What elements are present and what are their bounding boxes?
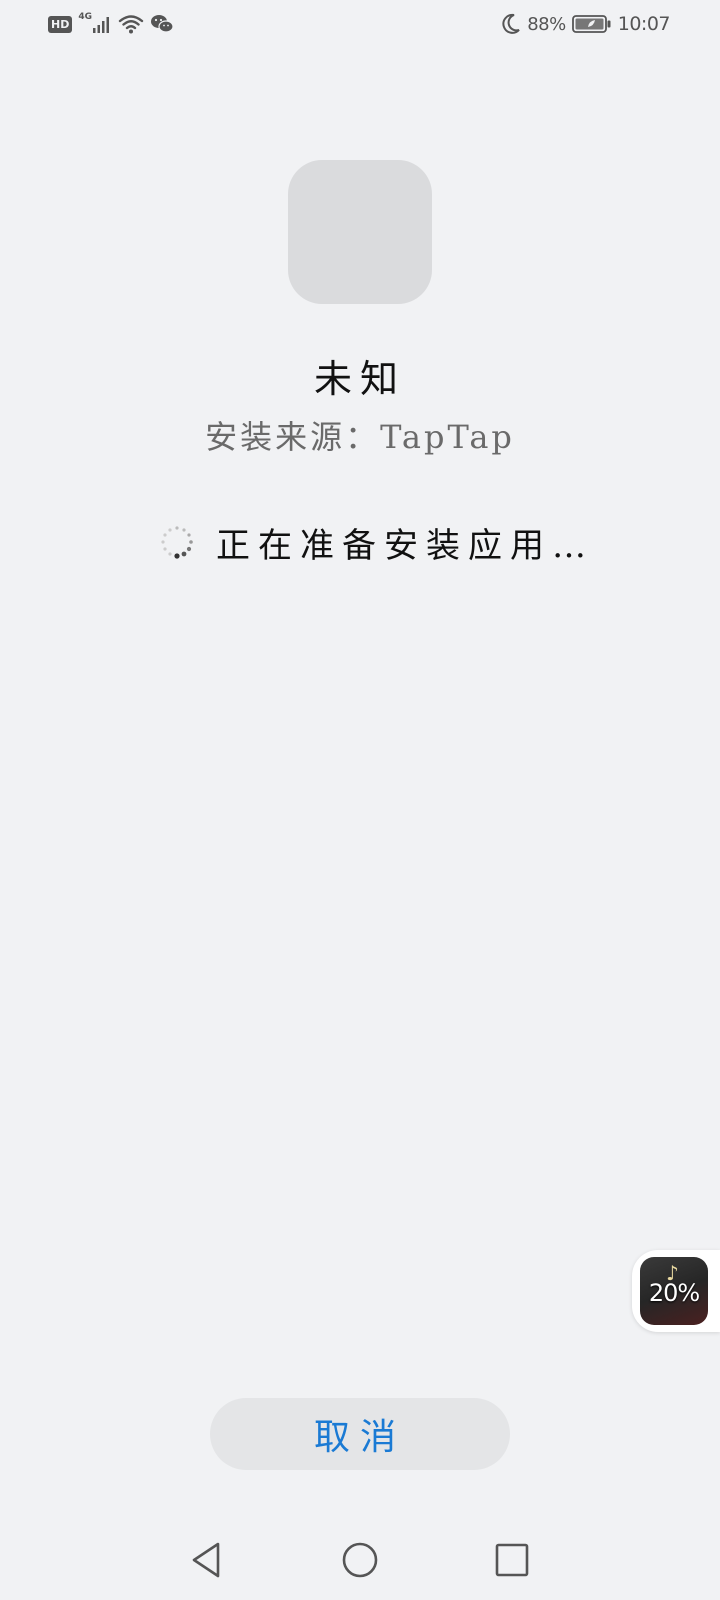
back-button[interactable] (176, 1530, 236, 1590)
network-type-label: 4G (78, 12, 92, 22)
recent-apps-icon (495, 1543, 529, 1577)
progress-text: 正在准备安装应用… (216, 525, 594, 566)
floating-widget-thumbnail: ♪ 20% (640, 1257, 708, 1325)
status-bar: HD 4G 88% 10:07 (0, 0, 720, 48)
status-time: 10:07 (617, 13, 671, 35)
cancel-button[interactable]: 取消 (210, 1398, 510, 1470)
wechat-icon (150, 13, 174, 35)
battery-icon (571, 14, 612, 34)
cellular-group: 4G (78, 12, 112, 34)
download-percent: 20% (648, 1279, 700, 1307)
loading-spinner-icon (160, 525, 194, 559)
home-button[interactable] (330, 1530, 390, 1590)
recent-apps-button[interactable] (482, 1530, 542, 1590)
floating-download-widget[interactable]: ♪ 20% (632, 1250, 720, 1332)
back-icon (192, 1542, 220, 1578)
app-icon-placeholder (288, 160, 432, 304)
status-right: 88% 10:07 (501, 12, 671, 36)
status-left: HD 4G (48, 12, 174, 36)
progress-row: 正在准备安装应用… (160, 514, 594, 570)
install-screen: HD 4G 88% 10:07 未知 安装来源：TapTap 正在准备安装应用…… (0, 0, 720, 1600)
hd-badge: HD (48, 15, 73, 33)
moon-icon (501, 13, 521, 35)
home-icon (342, 1542, 378, 1578)
battery-percent: 88% (527, 13, 566, 35)
app-name: 未知 (313, 357, 406, 401)
install-source: 安装来源：TapTap (205, 418, 515, 456)
navigation-bar (0, 1530, 720, 1590)
wifi-icon (118, 13, 144, 35)
signal-icon (92, 14, 112, 34)
